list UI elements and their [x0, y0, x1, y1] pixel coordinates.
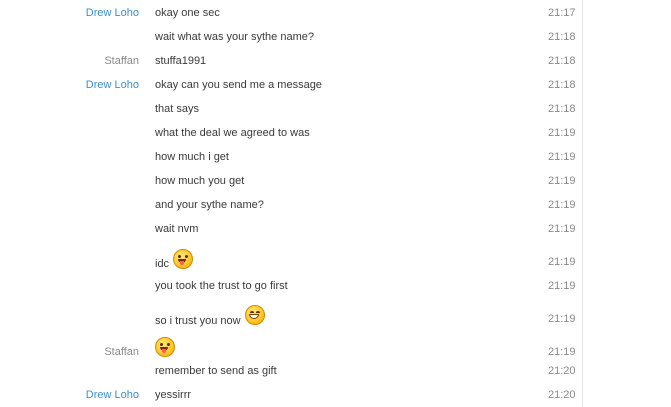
message-time: 21:19 [548, 223, 576, 235]
message-row: Staffan stuffa1991 21:18 [0, 54, 582, 70]
message-text: wait nvm [155, 223, 199, 235]
message-time: 21:19 [548, 256, 576, 268]
message-time: 21:17 [548, 7, 576, 19]
message-row: wait what was your sythe name? 21:18 [0, 30, 582, 46]
message-time: 21:18 [548, 79, 576, 91]
sender-name[interactable]: Drew Loho [9, 79, 139, 91]
message-content: so i trust you now [155, 302, 265, 328]
message-row: what the deal we agreed to was 21:19 [0, 126, 582, 142]
message-text: and your sythe name? [155, 199, 264, 211]
big-grin-emoji-icon [244, 305, 265, 325]
message-row: you took the trust to go first 21:19 [0, 279, 582, 295]
message-time: 21:19 [548, 313, 576, 325]
message-content [155, 336, 175, 358]
message-text: wait what was your sythe name? [155, 31, 314, 43]
message-time: 21:18 [548, 31, 576, 43]
message-row: Drew Loho okay can you send me a message… [0, 78, 582, 94]
message-text: idc [155, 258, 170, 270]
message-row: Drew Loho okay one sec 21:17 [0, 6, 582, 22]
message-text: that says [155, 103, 200, 115]
sender-name[interactable]: Drew Loho [9, 7, 139, 19]
message-time: 21:19 [548, 127, 576, 139]
message-time: 21:18 [548, 103, 576, 115]
message-text: what the deal we agreed to was [155, 127, 310, 139]
message-text: you took the trust to go first [155, 280, 288, 292]
message-time: 21:19 [548, 151, 576, 163]
message-row: and your sythe name? 21:19 [0, 198, 582, 214]
message-text: yessirrr [155, 389, 192, 401]
message-row: so i trust you now 21:19 [0, 302, 582, 328]
message-row: wait nvm 21:19 [0, 222, 582, 238]
timestamp-column-divider [582, 0, 583, 407]
sender-name[interactable]: Staffan [9, 346, 139, 358]
sender-name[interactable]: Staffan [9, 55, 139, 67]
message-time: 21:19 [548, 175, 576, 187]
message-text: okay one sec [155, 7, 220, 19]
message-time: 21:18 [548, 55, 576, 67]
message-row: Staffan 21:19 [0, 336, 582, 362]
tongue-out-emoji-icon [173, 249, 194, 269]
tongue-out-emoji-icon [155, 337, 175, 357]
message-row: that says 21:18 [0, 102, 582, 118]
message-row: idc 21:19 [0, 246, 582, 272]
message-content: idc [155, 246, 194, 272]
message-text: remember to send as gift [155, 365, 277, 377]
message-row: remember to send as gift 21:20 [0, 364, 582, 380]
message-time: 21:19 [548, 346, 576, 358]
message-text: so i trust you now [155, 314, 241, 327]
message-time: 21:19 [548, 280, 576, 292]
message-time: 21:20 [548, 365, 576, 377]
message-time: 21:19 [548, 199, 576, 211]
message-text: stuffa1991 [155, 55, 207, 67]
message-row: how much i get 21:19 [0, 150, 582, 166]
message-text: how much i get [155, 151, 229, 163]
message-time: 21:20 [548, 389, 576, 401]
sender-name[interactable]: Drew Loho [9, 389, 139, 401]
message-row: how much you get 21:19 [0, 174, 582, 190]
message-row: Drew Loho yessirrr 21:20 [0, 388, 582, 404]
message-text: how much you get [155, 175, 245, 187]
message-text: okay can you send me a message [155, 79, 322, 91]
